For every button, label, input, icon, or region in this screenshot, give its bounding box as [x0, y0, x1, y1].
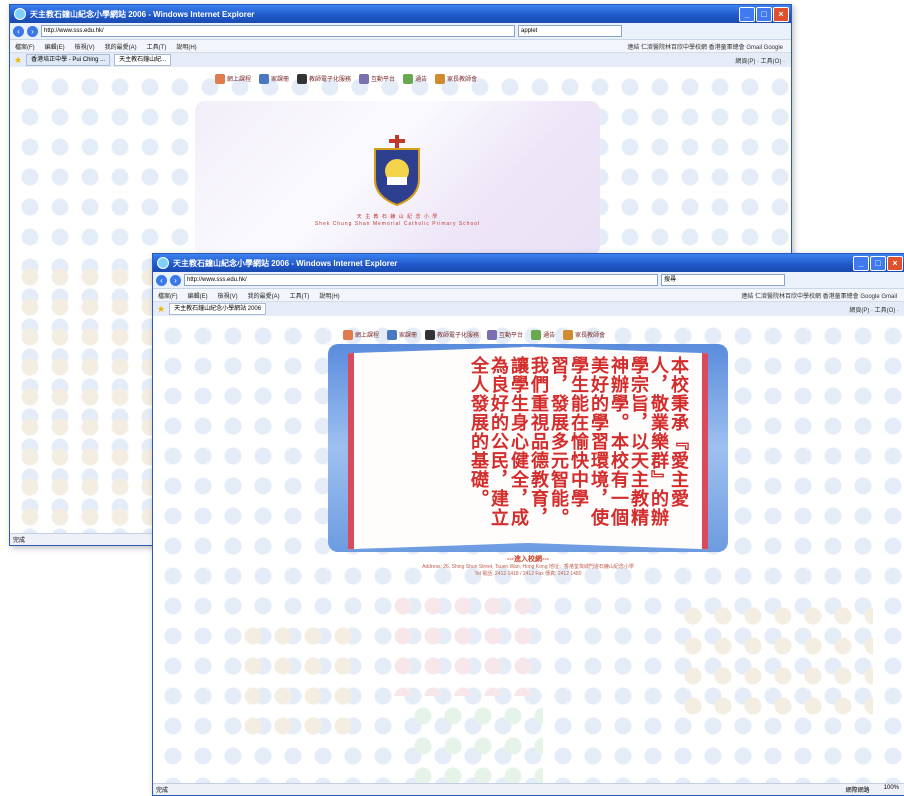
- phone-icon: [297, 74, 308, 85]
- forward-arrow-icon[interactable]: ›: [170, 274, 181, 286]
- school-address: Address: 26, Shing Shun Street, Tsuen Wa…: [422, 564, 634, 570]
- minimize-icon[interactable]: _: [739, 7, 755, 22]
- minimize-icon[interactable]: _: [853, 256, 869, 271]
- back-menubar: 檔案(F) 編輯(E) 檢視(V) 我的最愛(A) 工具(T) 說明(H) 連結…: [10, 40, 791, 53]
- menu-edit[interactable]: 編輯(E): [45, 42, 65, 51]
- back-arrow-icon[interactable]: ‹: [156, 274, 167, 286]
- menu-view[interactable]: 檢視(V): [75, 42, 95, 51]
- menu-tools[interactable]: 工具(T): [290, 291, 310, 300]
- favorites-star-icon[interactable]: ★: [157, 304, 165, 315]
- homework-icon: [387, 330, 398, 341]
- zoom-level[interactable]: 100%: [884, 785, 899, 794]
- menu-favorites[interactable]: 我的最愛(A): [105, 42, 137, 51]
- maximize-icon[interactable]: □: [870, 256, 886, 271]
- front-statusbar: 完成 網際網路 100%: [153, 783, 904, 795]
- links-bar[interactable]: 連結 仁濟醫院林百欣中學校網 香港童軍總會 Google Gmail: [741, 291, 897, 300]
- front-search-input[interactable]: 搜尋: [661, 274, 785, 286]
- front-window-title: 天主教石鐘山紀念小學網站 2006 - Windows Internet Exp…: [173, 258, 398, 268]
- notice-icon: [403, 74, 414, 85]
- front-browser-window: 天主教石鐘山紀念小學網站 2006 - Windows Internet Exp…: [152, 253, 904, 796]
- back-arrow-icon[interactable]: ‹: [13, 25, 24, 37]
- front-menubar: 檔案(F) 編輯(E) 檢視(V) 我的最愛(A) 工具(T) 說明(H) 連結…: [153, 289, 904, 302]
- mail-icon: [487, 330, 498, 341]
- tab-school-site[interactable]: 天主教石鐘山紀念小學網站 2006: [169, 303, 267, 315]
- back-window-title: 天主教石鐘山紀念小學網站 2006 - Windows Internet Exp…: [30, 9, 255, 19]
- front-url-input[interactable]: http://www.sss.edu.hk/: [184, 274, 658, 286]
- nav-online-course[interactable]: 網上課程: [343, 330, 379, 341]
- school-tel-fax: Tel 電話: 2412 1418 / 2412 Fax 傳真: 2412 14…: [474, 571, 582, 577]
- school-motto-text: 本校秉承『愛主愛人，敬業樂群』的辦學宗旨，以天主教精神辦學。本校有一個美好的學習…: [468, 356, 689, 527]
- school-name-zh: 天 主 教 石 鐘 山 紀 念 小 學: [356, 214, 439, 220]
- back-search-input[interactable]: applet: [518, 25, 622, 37]
- school-crest-icon: [374, 135, 420, 207]
- ie-logo-icon: [14, 8, 26, 20]
- menu-edit[interactable]: 編輯(E): [188, 291, 208, 300]
- warm-dot-patch: [233, 616, 353, 736]
- menu-view[interactable]: 檢視(V): [218, 291, 238, 300]
- nav-homework[interactable]: 家課冊: [387, 330, 417, 341]
- house-icon: [563, 330, 574, 341]
- menu-favorites[interactable]: 我的最愛(A): [248, 291, 280, 300]
- ie-logo-icon: [157, 257, 169, 269]
- nav-online-course[interactable]: 網上課程: [215, 74, 251, 85]
- tab-pui-ching[interactable]: 香港培正中學 - Pui Ching ...: [26, 54, 111, 66]
- course-icon: [215, 74, 225, 85]
- house-icon: [435, 74, 446, 85]
- menu-file[interactable]: 檔案(F): [158, 291, 178, 300]
- front-tabbar: ★ 天主教石鐘山紀念小學網站 2006 網頁(P) · 工具(O) ·: [153, 302, 904, 317]
- links-bar[interactable]: 連結 仁濟醫院林百欣中學校網 香港童軍總會 Gmail Google: [627, 42, 783, 51]
- back-nav-row: 網上課程 家課冊 教師電子化服務 互動平台 通告 家長教師會: [215, 74, 477, 85]
- front-nav-row: 網上課程 家課冊 教師電子化服務 互動平台 通告 家長教師會: [343, 330, 605, 341]
- intro-banner[interactable]: 天 主 教 石 鐘 山 紀 念 小 學 Shek Chung Shan Memo…: [195, 101, 600, 256]
- favorites-star-icon[interactable]: ★: [14, 55, 22, 66]
- forward-arrow-icon[interactable]: ›: [27, 25, 38, 37]
- nav-notices[interactable]: 通告: [531, 330, 555, 341]
- front-tools-menu[interactable]: 網頁(P) · 工具(O) ·: [849, 305, 899, 314]
- menu-help[interactable]: 說明(H): [176, 42, 196, 51]
- close-icon[interactable]: ×: [773, 7, 789, 22]
- back-titlebar[interactable]: 天主教石鐘山紀念小學網站 2006 - Windows Internet Exp…: [10, 5, 791, 23]
- back-url-input[interactable]: http://www.sss.edu.hk/: [41, 25, 515, 37]
- back-tabbar: ★ 香港培正中學 - Pui Ching ... 天主教石鐘山紀... 網頁(P…: [10, 53, 791, 68]
- nav-notices[interactable]: 通告: [403, 74, 427, 85]
- nav-teacher-service[interactable]: 教師電子化服務: [425, 330, 479, 341]
- nav-homework[interactable]: 家課冊: [259, 74, 289, 85]
- enter-site-link[interactable]: ---進入校網---: [328, 554, 728, 564]
- tab-school-site[interactable]: 天主教石鐘山紀...: [114, 54, 172, 66]
- front-address-bar: ‹ › http://www.sss.edu.hk/ 搜尋: [153, 272, 904, 289]
- school-name-en: Shek Chung Shan Memorial Catholic Primar…: [314, 221, 481, 227]
- menu-tools[interactable]: 工具(T): [147, 42, 167, 51]
- mail-icon: [359, 74, 370, 85]
- front-status-text: 完成: [156, 788, 169, 794]
- nav-pta[interactable]: 家長教師會: [563, 330, 605, 341]
- internet-zone[interactable]: 網際網路: [846, 785, 870, 794]
- pink-dot-patch: [383, 586, 533, 696]
- maximize-icon[interactable]: □: [756, 7, 772, 22]
- back-status-text: 完成: [13, 538, 26, 544]
- homework-icon: [259, 74, 270, 85]
- back-address-bar: ‹ › http://www.sss.edu.hk/ applet: [10, 23, 791, 40]
- menu-file[interactable]: 檔案(F): [15, 42, 35, 51]
- front-page-content: 網上課程 家課冊 教師電子化服務 互動平台 通告 家長教師會 本校秉承『愛主愛人…: [153, 316, 904, 784]
- back-tools-menu[interactable]: 網頁(P) · 工具(O) ·: [735, 56, 785, 65]
- menu-help[interactable]: 說明(H): [319, 291, 339, 300]
- nav-platform[interactable]: 互動平台: [359, 74, 395, 85]
- nav-pta[interactable]: 家長教師會: [435, 74, 477, 85]
- front-titlebar[interactable]: 天主教石鐘山紀念小學網站 2006 - Windows Internet Exp…: [153, 254, 904, 272]
- nav-platform[interactable]: 互動平台: [487, 330, 523, 341]
- course-icon: [343, 330, 353, 341]
- warm-dot-patch-right: [673, 596, 873, 716]
- phone-icon: [425, 330, 436, 341]
- notice-icon: [531, 330, 542, 341]
- green-dot-patch: [403, 696, 543, 784]
- nav-teacher-service[interactable]: 教師電子化服務: [297, 74, 351, 85]
- close-icon[interactable]: ×: [887, 256, 903, 271]
- motto-book-banner[interactable]: 本校秉承『愛主愛人，敬業樂群』的辦學宗旨，以天主教精神辦學。本校有一個美好的學習…: [328, 344, 728, 552]
